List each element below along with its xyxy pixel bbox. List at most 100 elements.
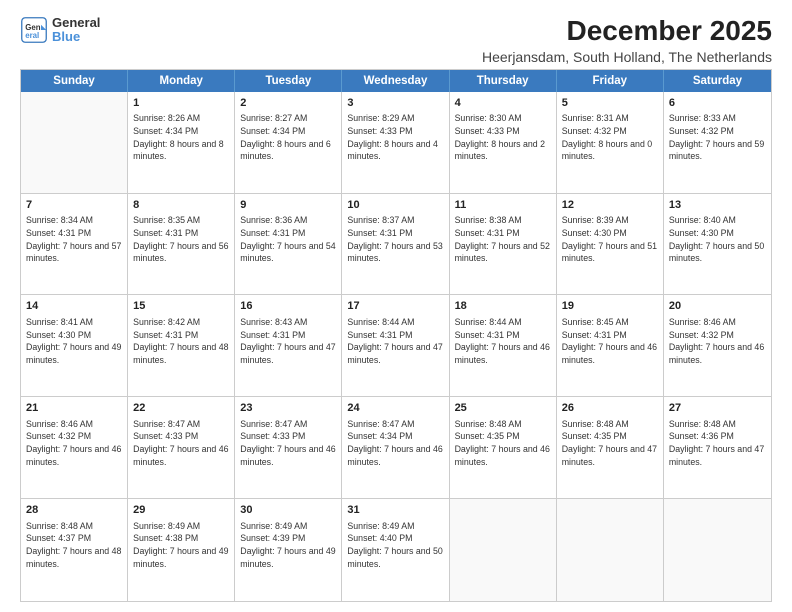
logo-text: General Blue [52,16,100,45]
daylight-text: Daylight: 7 hours and 49 minutes. [133,546,228,569]
daylight-text: Daylight: 7 hours and 50 minutes. [347,546,442,569]
calendar-cell [21,92,128,193]
calendar-cell: 4Sunrise: 8:30 AMSunset: 4:33 PMDaylight… [450,92,557,193]
sunrise-text: Sunrise: 8:27 AM [240,113,307,123]
day-info: Sunrise: 8:35 AMSunset: 4:31 PMDaylight:… [133,214,229,265]
daylight-text: Daylight: 8 hours and 4 minutes. [347,139,437,162]
day-info: Sunrise: 8:44 AMSunset: 4:31 PMDaylight:… [347,316,443,367]
sunrise-text: Sunrise: 8:35 AM [133,215,200,225]
calendar-cell: 23Sunrise: 8:47 AMSunset: 4:33 PMDayligh… [235,397,342,498]
calendar-cell: 18Sunrise: 8:44 AMSunset: 4:31 PMDayligh… [450,295,557,396]
daylight-text: Daylight: 7 hours and 46 minutes. [26,444,121,467]
daylight-text: Daylight: 7 hours and 56 minutes. [133,241,228,264]
day-info: Sunrise: 8:36 AMSunset: 4:31 PMDaylight:… [240,214,336,265]
day-info: Sunrise: 8:26 AMSunset: 4:34 PMDaylight:… [133,112,229,163]
daylight-text: Daylight: 7 hours and 48 minutes. [133,342,228,365]
day-number: 27 [669,401,766,416]
calendar-cell: 2Sunrise: 8:27 AMSunset: 4:34 PMDaylight… [235,92,342,193]
sunset-text: Sunset: 4:32 PM [562,126,627,136]
sunrise-text: Sunrise: 8:43 AM [240,317,307,327]
daylight-text: Daylight: 7 hours and 46 minutes. [562,342,657,365]
daylight-text: Daylight: 7 hours and 46 minutes. [240,444,335,467]
header-day-monday: Monday [128,70,235,92]
day-info: Sunrise: 8:46 AM Sunset: 4:32 PM Daylight:… [26,418,122,469]
daylight-text: Daylight: 7 hours and 46 minutes. [455,444,550,467]
daylight-text: Daylight: 7 hours and 46 minutes. [347,444,442,467]
calendar-cell: 27 Sunrise: 8:48 AMSunset: 4:36 PMDayligh… [664,397,771,498]
sunrise-text: Sunrise: 8:36 AM [240,215,307,225]
sunrise-text: Sunrise: 8:44 AM [347,317,414,327]
sunrise-text: Sunrise: 8:47 AM [240,419,307,429]
header-day-wednesday: Wednesday [342,70,449,92]
header-day-tuesday: Tuesday [235,70,342,92]
day-info: Sunrise: 8:48 AMSunset: 4:36 PMDaylight:… [669,418,766,469]
header-day-friday: Friday [557,70,664,92]
sunset-text: Sunset: 4:34 PM [133,126,198,136]
day-info: Sunrise: 8:34 AMSunset: 4:31 PMDaylight:… [26,214,122,265]
calendar-cell [557,499,664,601]
day-number: 14 [26,299,122,314]
calendar-week-2: 7Sunrise: 8:34 AMSunset: 4:31 PMDaylight… [21,194,771,296]
sunset-text: Sunset: 4:36 PM [669,431,734,441]
daylight-text: Daylight: 7 hours and 51 minutes. [562,241,657,264]
day-number: 15 [133,299,229,314]
header: Gen eral General Blue December 2025 Heer… [20,16,772,65]
sunrise-text: Sunrise: 8:31 AM [562,113,629,123]
sunrise-text: Sunrise: 8:46 AM [26,419,93,429]
sunset-text: Sunset: 4:35 PM [455,431,520,441]
sunset-text: Sunset: 4:30 PM [26,330,91,340]
day-number: 26 [562,401,658,416]
sunrise-text: Sunrise: 8:46 AM [669,317,736,327]
sunrise-text: Sunrise: 8:34 AM [26,215,93,225]
sunset-text: Sunset: 4:34 PM [240,126,305,136]
day-number: 19 [562,299,658,314]
logo: Gen eral General Blue [20,16,100,45]
day-number: 6 [669,96,766,111]
logo-line1: General [52,16,100,30]
calendar-week-1: 1Sunrise: 8:26 AMSunset: 4:34 PMDaylight… [21,92,771,194]
sunset-text: Sunset: 4:31 PM [133,330,198,340]
calendar-cell: 30Sunrise: 8:49 AMSunset: 4:39 PMDayligh… [235,499,342,601]
day-info: Sunrise: 8:43 AMSunset: 4:31 PMDaylight:… [240,316,336,367]
calendar-week-3: 14 Sunrise: 8:41 AM Sunset: 4:30 PM Dayligh… [21,295,771,397]
sunset-text: Sunset: 4:32 PM [26,431,91,441]
daylight-text: Daylight: 7 hours and 47 minutes. [240,342,335,365]
day-info: Sunrise: 8:49 AMSunset: 4:40 PMDaylight:… [347,520,443,571]
day-info: Sunrise: 8:38 AMSunset: 4:31 PMDaylight:… [455,214,551,265]
sunrise-text: Sunrise: 8:40 AM [669,215,736,225]
sunrise-text: Sunrise: 8:26 AM [133,113,200,123]
calendar-cell: 21Sunrise: 8:46 AMSunset: 4:32 PMDayligh… [21,397,128,498]
logo-line2: Blue [52,30,100,44]
sunrise-text: Sunrise: 8:29 AM [347,113,414,123]
daylight-text: Daylight: 8 hours and 2 minutes. [455,139,545,162]
day-info: Sunrise: 8:48 AM Sunset: 4:37 PM Daylight:… [26,520,122,571]
calendar-cell: 25Sunrise: 8:48 AMSunset: 4:35 PMDayligh… [450,397,557,498]
day-number: 22 [133,401,229,416]
day-info: Sunrise: 8:44 AMSunset: 4:31 PMDaylight:… [455,316,551,367]
daylight-text: Daylight: 7 hours and 49 minutes. [240,546,335,569]
day-number: 28 [26,503,122,518]
sunrise-text: Sunrise: 8:41 AM [26,317,93,327]
day-number: 13 [669,198,766,213]
sunset-text: Sunset: 4:33 PM [133,431,198,441]
day-number: 10 [347,198,443,213]
day-number: 3 [347,96,443,111]
day-info: Sunrise: 8:48 AMSunset: 4:35 PMDaylight:… [455,418,551,469]
calendar-cell: 1Sunrise: 8:26 AMSunset: 4:34 PMDaylight… [128,92,235,193]
day-info: Sunrise: 8:47 AMSunset: 4:33 PMDaylight:… [240,418,336,469]
sunset-text: Sunset: 4:40 PM [347,533,412,543]
sunrise-text: Sunrise: 8:48 AM [26,521,93,531]
sunset-text: Sunset: 4:37 PM [26,533,91,543]
calendar-cell: 11Sunrise: 8:38 AMSunset: 4:31 PMDayligh… [450,194,557,295]
header-day-sunday: Sunday [21,70,128,92]
daylight-text: Daylight: 7 hours and 48 minutes. [26,546,121,569]
day-info: Sunrise: 8:29 AMSunset: 4:33 PMDaylight:… [347,112,443,163]
day-info: Sunrise: 8:49 AMSunset: 4:38 PMDaylight:… [133,520,229,571]
calendar: SundayMondayTuesdayWednesdayThursdayFrid… [20,69,772,602]
calendar-cell: 26Sunrise: 8:48 AMSunset: 4:35 PMDayligh… [557,397,664,498]
daylight-text: Daylight: 7 hours and 47 minutes. [562,444,657,467]
sunset-text: Sunset: 4:39 PM [240,533,305,543]
calendar-week-5: 28 Sunrise: 8:48 AM Sunset: 4:37 PM Dayligh… [21,499,771,601]
calendar-cell: 24Sunrise: 8:47 AMSunset: 4:34 PMDayligh… [342,397,449,498]
sunrise-text: Sunrise: 8:37 AM [347,215,414,225]
